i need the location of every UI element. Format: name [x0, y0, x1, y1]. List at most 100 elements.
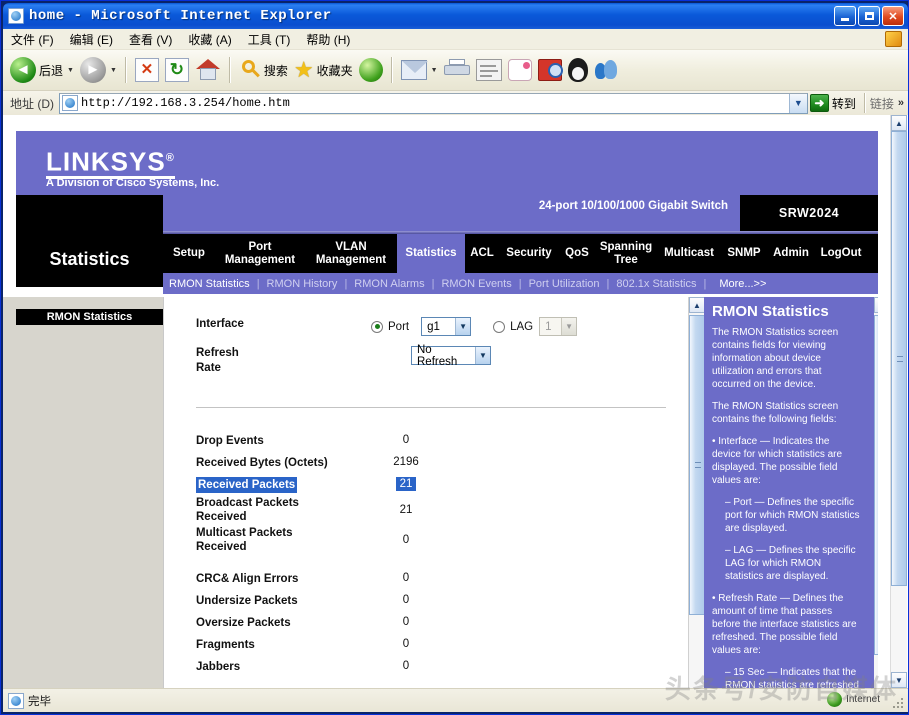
links-label[interactable]: 链接: [870, 95, 894, 112]
menu-item-tools[interactable]: 工具 (T): [240, 30, 299, 49]
favorites-button[interactable]: ★ 收藏夹: [291, 53, 356, 87]
menu-item-view[interactable]: 查看 (V): [121, 30, 180, 49]
menu-extension-icon[interactable]: [885, 31, 902, 47]
refresh-button[interactable]: [162, 53, 192, 87]
back-dropdown-icon[interactable]: ▼: [67, 67, 74, 74]
content-scrollbar[interactable]: ▲: [688, 297, 705, 688]
messenger-button[interactable]: [591, 53, 623, 87]
subnav-rmon-alarms[interactable]: RMON Alarms: [354, 278, 424, 290]
nav-tab-spanning-tree[interactable]: Spanning Tree: [595, 234, 657, 273]
mail-dropdown-icon[interactable]: ▼: [431, 67, 438, 74]
forward-dropdown-icon[interactable]: ▼: [110, 67, 117, 74]
scroll-track[interactable]: [689, 313, 705, 688]
linksys-logo: LINKSYS®: [46, 145, 175, 179]
menu-item-edit[interactable]: 编辑 (E): [62, 30, 121, 49]
subnav-rmon-statistics[interactable]: RMON Statistics: [169, 278, 250, 290]
refresh-rate-select[interactable]: No Refresh ▼: [411, 344, 491, 368]
lag-radio[interactable]: [493, 320, 506, 333]
media-button[interactable]: [356, 53, 386, 87]
table-row-selected[interactable]: Received Packets 21: [196, 473, 656, 495]
menu-item-file[interactable]: 文件 (F): [3, 30, 62, 49]
nav-tab-acl[interactable]: ACL: [465, 234, 499, 273]
address-dropdown-icon[interactable]: ▼: [788, 93, 807, 113]
address-bar: 地址 (D) http://192.168.3.254/home.htm ▼ ➜…: [3, 91, 908, 115]
subnav-separator-2: |: [344, 277, 348, 290]
search-button[interactable]: 搜索: [236, 53, 291, 87]
nav-tab-snmp[interactable]: SNMP: [721, 234, 767, 273]
go-button[interactable]: ➜ 转到: [808, 94, 860, 112]
minimize-button[interactable]: [834, 6, 856, 26]
forward-button[interactable]: ► ▼: [77, 53, 120, 87]
chevron-down-icon-refresh: ▼: [475, 347, 490, 364]
subnav-port-utilization[interactable]: Port Utilization: [529, 278, 600, 290]
stat-value: 0: [402, 572, 410, 584]
security-zone[interactable]: Internet: [827, 692, 880, 707]
nav-tab-security[interactable]: Security: [499, 234, 559, 273]
stat-label: Broadcast Packets Received: [196, 496, 299, 523]
subnav-rmon-history[interactable]: RMON History: [267, 278, 338, 290]
edit-button[interactable]: [473, 53, 505, 87]
table-row[interactable]: Undersize Packets 0: [196, 589, 656, 611]
title-bar: home - Microsoft Internet Explorer ✕: [3, 3, 908, 29]
browser-scroll-up-button[interactable]: ▲: [891, 115, 907, 131]
print-button[interactable]: [441, 53, 473, 87]
subnav-8021x-statistics[interactable]: 802.1x Statistics: [616, 278, 696, 290]
browser-scroll-track[interactable]: [891, 131, 907, 672]
browser-scroll-down-button[interactable]: ▼: [891, 672, 907, 688]
table-row[interactable]: Received Bytes (Octets) 2196: [196, 451, 656, 473]
subnav-more-link[interactable]: More...>>: [719, 278, 766, 290]
close-button[interactable]: ✕: [882, 6, 904, 26]
port-radio[interactable]: [371, 320, 383, 333]
browser-scroll-thumb[interactable]: [891, 131, 907, 586]
stop-icon: [134, 58, 159, 82]
stat-label: Multicast Packets Received: [196, 526, 293, 553]
nav-tab-vlan-management[interactable]: VLAN Management: [305, 234, 397, 273]
table-row[interactable]: Multicast Packets Received 0: [196, 525, 656, 555]
resize-grip-icon[interactable]: [891, 696, 905, 710]
lag-select[interactable]: 1 ▼: [539, 317, 578, 336]
scroll-up-button[interactable]: ▲: [689, 297, 705, 313]
nav-tab-qos[interactable]: QoS: [559, 234, 595, 273]
stat-label: Fragments: [196, 639, 255, 651]
mail-button[interactable]: ▼: [398, 53, 441, 87]
stat-value: 0: [402, 638, 410, 650]
menu-item-favorites[interactable]: 收藏 (A): [180, 30, 239, 49]
table-row[interactable]: Fragments 0: [196, 633, 656, 655]
nav-tab-multicast[interactable]: Multicast: [657, 234, 721, 273]
subnav-rmon-events[interactable]: RMON Events: [441, 278, 511, 290]
help-content: RMON Statistics The RMON Statistics scre…: [712, 303, 860, 688]
nav-tab-statistics[interactable]: Statistics: [397, 234, 465, 273]
menu-item-help[interactable]: 帮助 (H): [298, 30, 358, 49]
address-input[interactable]: http://192.168.3.254/home.htm ▼: [59, 92, 808, 114]
table-row[interactable]: Drop Events 0: [196, 429, 656, 451]
browser-scrollbar[interactable]: ▲ ▼: [890, 115, 907, 688]
back-button[interactable]: ◄ 后退 ▼: [7, 53, 77, 87]
dictionary-button[interactable]: [535, 53, 565, 87]
help-paragraph: – 15 Sec — Indicates that the RMON stati…: [725, 667, 859, 688]
scroll-thumb[interactable]: [689, 315, 705, 615]
table-row[interactable]: Jabbers 0: [196, 655, 656, 677]
table-row[interactable]: CRC& Align Errors 0: [196, 567, 656, 589]
address-label: 地址 (D): [10, 96, 54, 111]
nav-tab-setup[interactable]: Setup: [163, 234, 215, 273]
table-row[interactable]: Broadcast Packets Received 21: [196, 495, 656, 525]
lag-radio-label: LAG: [510, 320, 534, 333]
chevron-down-icon-lag: ▼: [561, 318, 577, 335]
links-overflow-icon[interactable]: »: [898, 97, 904, 109]
nav-tab-logout[interactable]: LogOut: [815, 234, 867, 273]
statistics-table: Drop Events 0 Received Bytes (Octets) 21…: [196, 429, 656, 677]
home-button[interactable]: [192, 53, 224, 87]
qq-button[interactable]: [565, 53, 591, 87]
kitty-addon-button[interactable]: [505, 53, 535, 87]
port-select[interactable]: g1 ▼: [421, 317, 472, 336]
forward-icon: ►: [79, 57, 106, 83]
logo-text: LINKSYS: [46, 146, 166, 177]
nav-tab-port-management[interactable]: Port Management: [215, 234, 305, 273]
menu-bar: 文件 (F) 编辑 (E) 查看 (V) 收藏 (A) 工具 (T) 帮助 (H…: [3, 29, 908, 50]
maximize-button[interactable]: [858, 6, 880, 26]
nav-tab-admin[interactable]: Admin: [767, 234, 815, 273]
stop-button[interactable]: [132, 53, 162, 87]
table-row[interactable]: Oversize Packets 0: [196, 611, 656, 633]
help-paragraph: – LAG — Defines the specific LAG for whi…: [725, 545, 856, 582]
registered-mark: ®: [165, 152, 175, 164]
